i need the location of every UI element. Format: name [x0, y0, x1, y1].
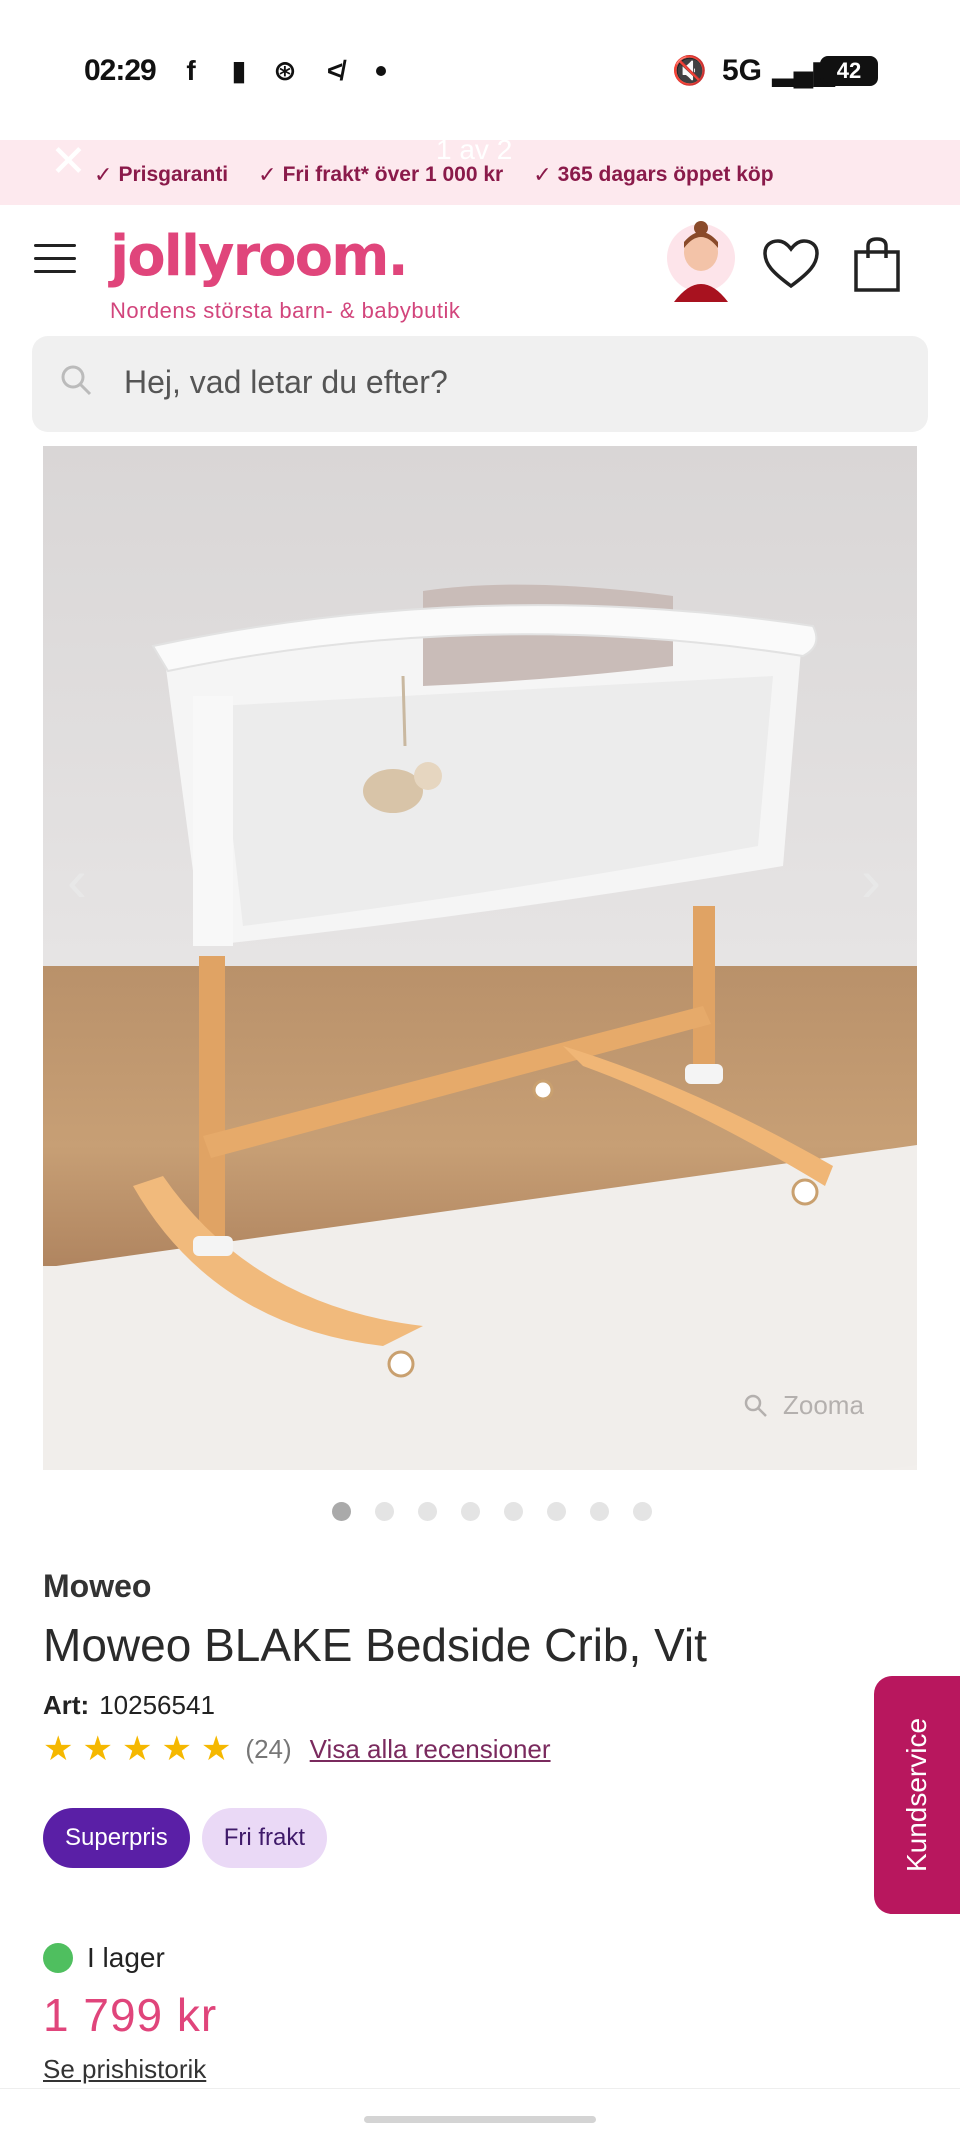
network-type: 5G [722, 54, 763, 87]
usp-label: Prisgaranti [118, 163, 229, 186]
app-icon: ≮ [326, 55, 344, 86]
usp-label: 365 dagars öppet köp [557, 163, 774, 186]
pagination-dot[interactable] [375, 1502, 394, 1521]
site-logo[interactable]: jollyroom. [110, 224, 409, 289]
search-icon [61, 365, 92, 396]
all-reviews-link[interactable]: Visa alla recensioner [310, 1734, 551, 1765]
rating-stars: ★ ★ ★ ★ ★ [43, 1732, 231, 1766]
usp-label: Fri frakt* över 1 000 kr [282, 163, 504, 186]
in-stock-indicator-icon [43, 1943, 73, 1973]
battery-saver-icon: ▮ [231, 55, 247, 86]
mute-icon: 🔇 [672, 55, 707, 86]
wishlist-heart-icon[interactable] [762, 238, 820, 290]
stock-label: I lager [87, 1942, 165, 1973]
check-icon: ✓ [94, 162, 113, 187]
article-value: 10256541 [99, 1690, 215, 1720]
facebook-icon: f [186, 55, 196, 86]
usp-free-shipping: ✓ Fri frakt* över 1 000 kr [258, 162, 503, 188]
usp-open-purchase: ✓ 365 dagars öppet köp [533, 162, 773, 188]
star-icon: ★ [82, 1730, 113, 1768]
signal-icon: ▂▄▆ [772, 55, 835, 86]
status-bar: 02:29 f ▮ ⊛ ≮ 🔇 5G ▂▄▆ 42 [0, 0, 960, 140]
price-history-link[interactable]: Se prishistorik [43, 2054, 206, 2085]
article-label: Art: [43, 1690, 90, 1720]
product-rating: ★ ★ ★ ★ ★ (24) Visa alla recensioner [43, 1732, 551, 1766]
status-time: 02:29 [84, 54, 157, 87]
check-icon: ✓ [533, 162, 552, 187]
close-icon[interactable]: ✕ [50, 140, 87, 184]
promo-usp-list: ✓ Prisgaranti ✓ Fri frakt* över 1 000 kr… [94, 162, 774, 188]
pagination-dot[interactable] [332, 1502, 351, 1521]
customer-service-tab[interactable]: Kundservice [874, 1676, 960, 1914]
pagination-dot[interactable] [418, 1502, 437, 1521]
magnifier-icon [744, 1394, 767, 1417]
stock-status: I lager [43, 1942, 165, 1974]
menu-icon[interactable] [34, 244, 76, 276]
zoom-label: Zooma [783, 1390, 864, 1420]
zoom-button[interactable]: Zooma [743, 1390, 864, 1421]
product-price: 1 799 kr [43, 1989, 218, 2041]
star-icon: ★ [200, 1730, 232, 1768]
customer-service-label: Kundservice [901, 1717, 932, 1873]
bedside-crib-image [133, 584, 833, 1378]
usp-price-guarantee: ✓ Prisgaranti [94, 162, 228, 188]
battery-indicator: 42 [820, 56, 878, 86]
pagination-dot[interactable] [590, 1502, 609, 1521]
pagination-dot[interactable] [547, 1502, 566, 1521]
product-badges: Superpris Fri frakt [43, 1808, 328, 1868]
system-nav-bar [0, 2088, 960, 2137]
mercedes-icon: ⊛ [273, 55, 297, 86]
star-icon: ★ [43, 1730, 74, 1768]
article-number: Art: 10256541 [43, 1690, 215, 1721]
pagination-dot[interactable] [504, 1502, 523, 1521]
product-image-gallery[interactable]: ‹ › Zooma [43, 446, 917, 1470]
gallery-next-icon[interactable]: › [861, 846, 881, 915]
notification-dot [376, 66, 386, 76]
shopping-bag-icon[interactable] [852, 236, 902, 292]
pagination-dot[interactable] [461, 1502, 480, 1521]
star-icon: ★ [161, 1730, 192, 1768]
product-title: Moweo BLAKE Bedside Crib, Vit [43, 1619, 707, 1671]
pagination-dot[interactable] [633, 1502, 652, 1521]
star-icon: ★ [121, 1730, 153, 1768]
search-input[interactable] [124, 360, 884, 404]
check-icon: ✓ [258, 162, 277, 187]
site-tagline: Nordens största barn- & babybutik [110, 298, 461, 323]
account-avatar-icon[interactable] [666, 216, 736, 302]
gallery-prev-icon[interactable]: ‹ [67, 846, 87, 915]
home-gesture-handle[interactable] [364, 2116, 596, 2123]
badge-fri-frakt: Fri frakt [201, 1808, 328, 1868]
badge-superpris: Superpris [43, 1808, 190, 1868]
review-count: (24) [245, 1733, 292, 1764]
product-brand[interactable]: Moweo [43, 1568, 151, 1605]
gallery-pagination [332, 1502, 652, 1521]
